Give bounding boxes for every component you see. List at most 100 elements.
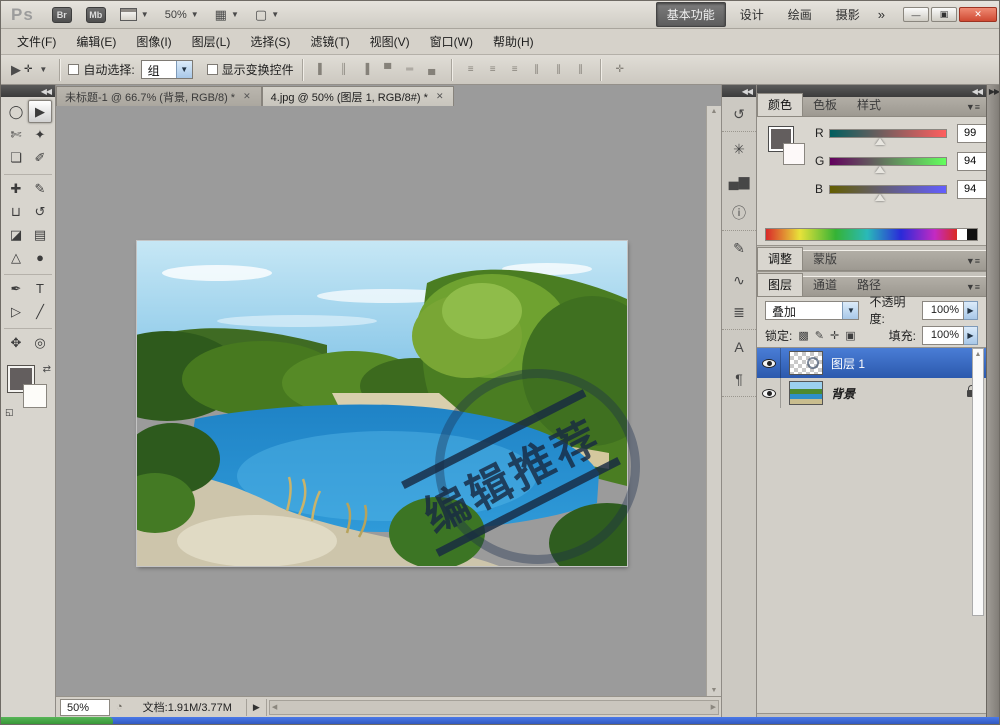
distribute-bottom-button[interactable]: ≡ <box>505 61 525 79</box>
layer-row-layer1[interactable]: 图层 1 <box>757 348 986 378</box>
menu-select[interactable]: 选择(S) <box>240 29 300 54</box>
panel-menu-icon[interactable]: ▼≡ <box>960 102 986 116</box>
menu-layer[interactable]: 图层(L) <box>182 29 241 54</box>
scroll-right-icon[interactable]: ▶ <box>711 703 716 711</box>
dock-expand-strip[interactable]: ▶▶ <box>986 85 1000 717</box>
history-panel-icon[interactable]: ↺ <box>726 101 752 127</box>
view-extras-button[interactable]: ▦▼ <box>215 7 239 23</box>
color-spectrum-ramp[interactable] <box>765 228 978 241</box>
histogram-panel-icon[interactable]: ▄▆ <box>726 168 752 194</box>
scroll-up-icon[interactable]: ▲ <box>975 351 982 615</box>
info-panel-icon[interactable]: ⓘ <box>726 200 752 226</box>
panel-menu-icon[interactable]: ▼≡ <box>960 282 986 296</box>
zoom-level-dropdown[interactable]: 50%▼ <box>165 9 199 21</box>
panel-menu-icon[interactable]: ▼≡ <box>960 256 986 270</box>
green-slider[interactable] <box>829 157 947 166</box>
line-tool[interactable]: ╱ <box>28 300 52 323</box>
background-color-swatch[interactable] <box>23 384 47 408</box>
tab-swatches[interactable]: 色板 <box>803 94 847 116</box>
gradient-tool[interactable]: ▤ <box>28 223 52 246</box>
lock-all-icon[interactable]: ▣ <box>845 329 855 342</box>
swap-colors-icon[interactable]: ⇄ <box>43 364 51 375</box>
align-top-edges-button[interactable]: ▀ <box>378 61 398 79</box>
close-button[interactable]: ✕ <box>959 7 997 22</box>
lock-transparency-icon[interactable]: ▩ <box>798 329 808 342</box>
menu-file[interactable]: 文件(F) <box>7 29 66 54</box>
red-slider[interactable] <box>829 129 947 138</box>
lasso-tool[interactable]: ✄ <box>4 123 28 146</box>
menu-window[interactable]: 窗口(W) <box>420 29 483 54</box>
path-select-tool[interactable]: ▷ <box>4 300 28 323</box>
lock-pixels-icon[interactable]: ✎ <box>815 329 824 342</box>
menu-view[interactable]: 视图(V) <box>360 29 420 54</box>
lock-position-icon[interactable]: ✛ <box>830 329 839 342</box>
opacity-value-field[interactable]: 100% <box>922 301 964 320</box>
layers-scrollbar[interactable]: ▲ <box>972 348 984 616</box>
scroll-left-icon[interactable]: ◀ <box>272 703 277 711</box>
screen-mode-button[interactable]: ▢▼ <box>255 7 279 23</box>
fill-spinner-icon[interactable]: ▶ <box>964 326 978 345</box>
healing-brush-tool[interactable]: ✚ <box>4 177 28 200</box>
tab-layers[interactable]: 图层 <box>757 273 803 296</box>
auto-select-checkbox[interactable] <box>68 64 79 75</box>
workspace-more-chevron[interactable]: » <box>878 7 885 22</box>
red-slider-thumb[interactable] <box>875 138 885 145</box>
layer-name[interactable]: 背景 <box>831 385 855 402</box>
dock-collapse-bar[interactable]: ◀◀ <box>722 85 756 97</box>
paragraph-panel-icon[interactable]: ¶ <box>726 366 752 392</box>
scroll-up-icon[interactable]: ▲ <box>711 108 718 115</box>
align-vertical-centers-button[interactable]: ═ <box>400 61 420 79</box>
status-zoom-field[interactable]: 50% <box>60 699 110 716</box>
align-bottom-edges-button[interactable]: ▄ <box>422 61 442 79</box>
hand-tool[interactable]: ✥ <box>4 331 28 354</box>
restore-button[interactable]: ▣ <box>931 7 957 22</box>
blend-mode-dropdown[interactable]: 叠加▼ <box>765 301 859 320</box>
tab-color[interactable]: 颜色 <box>757 93 803 116</box>
eyedropper-tool[interactable]: ✐ <box>28 146 52 169</box>
auto-select-target-dropdown[interactable]: 组▼ <box>141 60 193 79</box>
align-left-edges-button[interactable]: ▌ <box>312 61 332 79</box>
dodge-tool[interactable]: ● <box>28 246 52 269</box>
workspace-painting-button[interactable]: 绘画 <box>778 3 822 26</box>
auto-align-layers-button[interactable]: ✛ <box>610 61 630 79</box>
close-tab-icon[interactable]: ✕ <box>241 90 253 103</box>
mini-bridge-button[interactable]: Mb <box>86 7 106 23</box>
magic-wand-tool[interactable]: ✦ <box>28 123 52 146</box>
distribute-top-button[interactable]: ≡ <box>461 61 481 79</box>
visibility-cell[interactable] <box>757 348 781 378</box>
distribute-left-button[interactable]: ∥ <box>527 61 547 79</box>
layer-thumbnail[interactable] <box>789 351 823 375</box>
zoom-tool[interactable]: ◎ <box>28 331 52 354</box>
menu-filter[interactable]: 滤镜(T) <box>300 29 359 54</box>
workspace-photography-button[interactable]: 摄影 <box>826 3 870 26</box>
status-options-icon[interactable]: ▶ <box>246 699 267 716</box>
align-horizontal-centers-button[interactable]: ║ <box>334 61 354 79</box>
distribute-right-button[interactable]: ∥ <box>571 61 591 79</box>
bridge-button[interactable]: Br <box>52 7 72 23</box>
horizontal-scrollbar[interactable]: ◀ ▶ <box>269 700 719 715</box>
show-transform-checkbox[interactable] <box>207 64 218 75</box>
paths-panel-icon[interactable]: ∿ <box>726 267 752 293</box>
blur-tool[interactable]: △ <box>4 246 28 269</box>
default-colors-icon[interactable]: ◱ <box>5 407 14 418</box>
tab-styles[interactable]: 样式 <box>847 94 891 116</box>
background-color-swatch[interactable] <box>783 143 805 165</box>
crop-tool[interactable]: ❏ <box>4 146 28 169</box>
layer-name[interactable]: 图层 1 <box>831 355 865 372</box>
tools-panel-collapse-bar[interactable]: ◀◀ <box>1 85 55 97</box>
vertical-scrollbar[interactable]: ▲ ▼ <box>706 106 721 696</box>
character-panel-icon[interactable]: A <box>726 334 752 360</box>
workspace-essentials-button[interactable]: 基本功能 <box>656 2 726 27</box>
arrange-documents-button[interactable]: ▼ <box>120 8 149 21</box>
document-tab-4jpg[interactable]: 4.jpg @ 50% (图层 1, RGB/8#) * ✕ <box>262 86 455 106</box>
distribute-horizontal-centers-button[interactable]: ∥ <box>549 61 569 79</box>
move-tool[interactable]: ▶ <box>28 100 52 123</box>
tab-channels[interactable]: 通道 <box>803 274 847 296</box>
canvas-image[interactable]: 编辑推荐 <box>137 241 627 566</box>
green-slider-thumb[interactable] <box>875 166 885 173</box>
brush-tool[interactable]: ✎ <box>28 177 52 200</box>
blue-slider-thumb[interactable] <box>875 194 885 201</box>
visibility-cell[interactable] <box>757 378 781 408</box>
tool-presets-panel-icon[interactable]: ✎ <box>726 235 752 261</box>
ellipse-marquee-tool[interactable]: ◯ <box>4 100 28 123</box>
